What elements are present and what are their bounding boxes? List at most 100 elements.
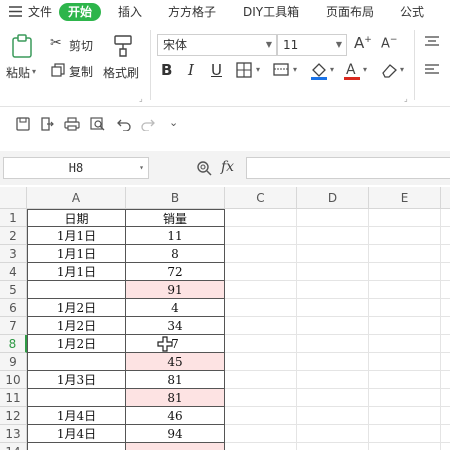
cell-f-7[interactable] <box>441 317 450 335</box>
cell-c-11[interactable] <box>225 389 297 407</box>
cell-d-7[interactable] <box>297 317 369 335</box>
row-header-8[interactable]: 8 <box>0 335 27 353</box>
cell-d-6[interactable] <box>297 299 369 317</box>
dialog-launcher-icon[interactable]: ⌟ <box>139 94 143 103</box>
cell-f-3[interactable] <box>441 245 450 263</box>
cell-b-2[interactable]: 11 <box>126 227 225 245</box>
name-box[interactable]: H8 ▾ <box>3 157 149 179</box>
cell-d-1[interactable] <box>297 209 369 227</box>
column-header-d[interactable]: D <box>297 187 369 209</box>
cell-b-13[interactable]: 94 <box>126 425 225 443</box>
column-header-a[interactable]: A <box>27 187 126 209</box>
cell-a-2[interactable]: 1月1日 <box>27 227 126 245</box>
cell-e-10[interactable] <box>369 371 441 389</box>
cell-b-7[interactable]: 34 <box>126 317 225 335</box>
dialog-launcher-icon[interactable]: ⌟ <box>404 94 408 103</box>
cell-e-3[interactable] <box>369 245 441 263</box>
column-header-c[interactable]: C <box>225 187 297 209</box>
eraser-icon[interactable] <box>380 61 398 79</box>
cell-b-5[interactable]: 91 <box>126 281 225 299</box>
cell-d-10[interactable] <box>297 371 369 389</box>
tab-home[interactable]: 开始 <box>59 3 102 21</box>
tab-diy-toolbox[interactable]: DIY工具箱 <box>243 3 299 21</box>
cell-b-6[interactable]: 4 <box>126 299 225 317</box>
cell-f-14[interactable] <box>441 443 450 450</box>
fx-icon[interactable]: fx <box>221 159 234 175</box>
copy-button[interactable]: 复制 <box>50 62 98 80</box>
row-header-1[interactable]: 1 <box>0 209 27 227</box>
row-header-7[interactable]: 7 <box>0 317 27 335</box>
row-header-11[interactable]: 11 <box>0 389 27 407</box>
cell-d-13[interactable] <box>297 425 369 443</box>
paste-button[interactable]: 粘贴 ▾ <box>6 32 40 82</box>
cell-a-12[interactable]: 1月4日 <box>27 407 126 425</box>
cell-e-14[interactable] <box>369 443 441 450</box>
row-header-10[interactable]: 10 <box>0 371 27 389</box>
align-top-icon[interactable] <box>425 36 439 48</box>
italic-icon[interactable]: I <box>188 61 194 79</box>
row-header-12[interactable]: 12 <box>0 407 27 425</box>
cell-e-13[interactable] <box>369 425 441 443</box>
cell-c-3[interactable] <box>225 245 297 263</box>
cell-f-12[interactable] <box>441 407 450 425</box>
cell-c-14[interactable] <box>225 443 297 450</box>
font-size-select[interactable]: 11 ▼ <box>277 34 347 56</box>
cell-d-4[interactable] <box>297 263 369 281</box>
cell-e-1[interactable] <box>369 209 441 227</box>
cell-f-5[interactable] <box>441 281 450 299</box>
cell-f-13[interactable] <box>441 425 450 443</box>
cell-f-8[interactable] <box>441 335 450 353</box>
cell-c-8[interactable] <box>225 335 297 353</box>
cell-c-10[interactable] <box>225 371 297 389</box>
cell-e-7[interactable] <box>369 317 441 335</box>
cell-a-10[interactable]: 1月3日 <box>27 371 126 389</box>
cell-a-3[interactable]: 1月1日 <box>27 245 126 263</box>
cell-e-6[interactable] <box>369 299 441 317</box>
cell-b-3[interactable]: 8 <box>126 245 225 263</box>
cell-b-1[interactable]: 销量 <box>126 209 225 227</box>
row-header-14[interactable]: 14 <box>0 443 27 450</box>
cell-d-8[interactable] <box>297 335 369 353</box>
cell-b-9[interactable]: 45 <box>126 353 225 371</box>
format-painter-button[interactable]: 格式刷 <box>103 32 143 82</box>
cell-a-6[interactable]: 1月2日 <box>27 299 126 317</box>
cell-f-11[interactable] <box>441 389 450 407</box>
cell-e-8[interactable] <box>369 335 441 353</box>
cell-e-2[interactable] <box>369 227 441 245</box>
cell-b-11[interactable]: 81 <box>126 389 225 407</box>
font-name-select[interactable]: 宋体 ▼ <box>157 34 277 56</box>
chevron-down-icon[interactable]: ▾ <box>363 65 367 74</box>
select-all-corner[interactable] <box>0 187 27 209</box>
export-icon[interactable] <box>40 117 54 131</box>
tab-insert[interactable]: 插入 <box>118 3 142 21</box>
hamburger-menu-icon[interactable] <box>9 6 22 17</box>
row-header-9[interactable]: 9 <box>0 353 27 371</box>
cell-d-14[interactable] <box>297 443 369 450</box>
cell-c-12[interactable] <box>225 407 297 425</box>
row-header-5[interactable]: 5 <box>0 281 27 299</box>
cell-a-9[interactable] <box>27 353 126 371</box>
cell-f-9[interactable] <box>441 353 450 371</box>
bold-icon[interactable]: B <box>161 61 172 79</box>
cell-a-8[interactable]: 1月2日 <box>27 335 126 353</box>
save-icon[interactable] <box>16 117 30 131</box>
cell-f-6[interactable] <box>441 299 450 317</box>
font-color-icon[interactable]: A <box>343 60 361 80</box>
chevron-down-icon[interactable]: ▾ <box>400 65 404 74</box>
cell-f-2[interactable] <box>441 227 450 245</box>
cell-a-7[interactable]: 1月2日 <box>27 317 126 335</box>
cell-c-1[interactable] <box>225 209 297 227</box>
cell-c-9[interactable] <box>225 353 297 371</box>
menu-file[interactable]: 文件 <box>28 3 52 21</box>
row-header-3[interactable]: 3 <box>0 245 27 263</box>
cell-f-4[interactable] <box>441 263 450 281</box>
print-preview-icon[interactable] <box>90 117 106 131</box>
cell-d-9[interactable] <box>297 353 369 371</box>
fill-color-icon[interactable] <box>309 60 329 80</box>
cell-c-5[interactable] <box>225 281 297 299</box>
cell-a-1[interactable]: 日期 <box>27 209 126 227</box>
cell-c-6[interactable] <box>225 299 297 317</box>
row-header-6[interactable]: 6 <box>0 299 27 317</box>
underline-icon[interactable]: U <box>211 61 222 79</box>
increase-font-size-icon[interactable]: A+ <box>354 34 372 52</box>
